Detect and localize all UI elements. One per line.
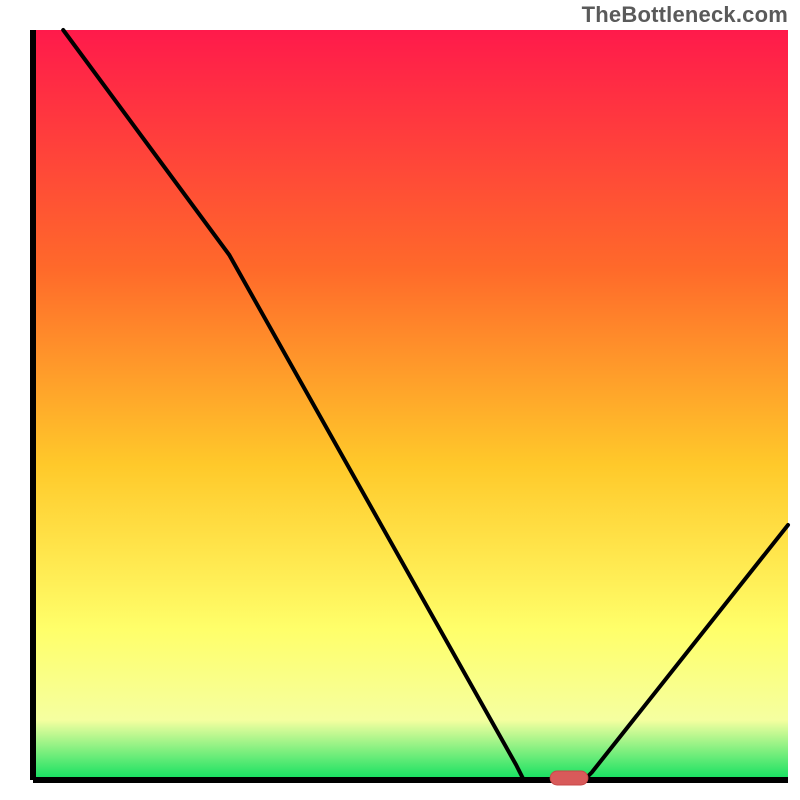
- chart-container: { "watermark": "TheBottleneck.com", "col…: [0, 0, 800, 800]
- bottleneck-chart: [0, 0, 800, 800]
- optimal-marker: [550, 771, 588, 785]
- watermark-text: TheBottleneck.com: [582, 2, 788, 28]
